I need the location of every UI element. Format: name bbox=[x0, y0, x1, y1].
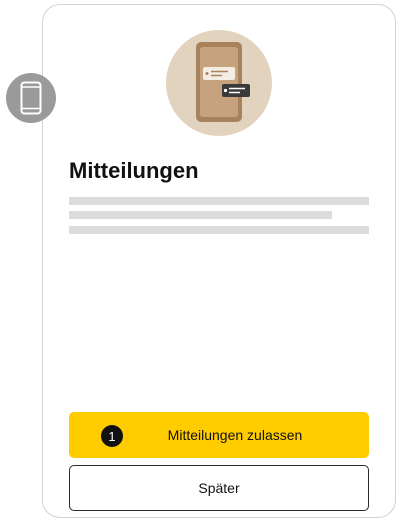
text-placeholder-line bbox=[69, 211, 332, 219]
phone-badge bbox=[6, 73, 56, 123]
phone-notification-illustration bbox=[196, 42, 250, 122]
notification-illustration bbox=[166, 30, 272, 136]
allow-notifications-label: Mitteilungen zulassen bbox=[167, 427, 303, 443]
text-placeholder-line bbox=[69, 226, 369, 234]
step-number-badge: 1 bbox=[101, 425, 123, 447]
text-placeholder-line bbox=[69, 197, 369, 205]
later-button[interactable]: Später bbox=[69, 465, 369, 511]
smartphone-icon bbox=[20, 81, 42, 115]
dialog-title: Mitteilungen bbox=[69, 158, 199, 183]
